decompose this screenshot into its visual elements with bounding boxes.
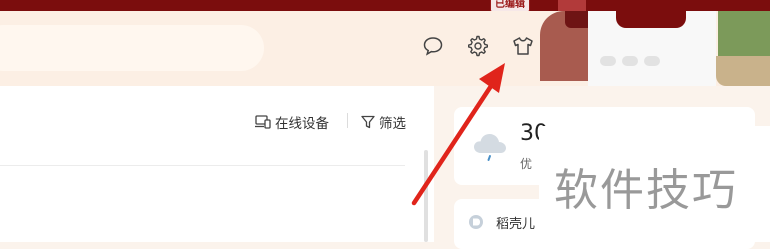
filter-label: 筛选 (379, 116, 406, 132)
gear-icon[interactable] (464, 32, 492, 60)
avatar[interactable] (540, 11, 770, 86)
tshirt-icon[interactable] (509, 32, 537, 60)
main-panel: 在线设备 筛选 (0, 86, 434, 242)
online-devices-label: 在线设备 (275, 116, 329, 132)
avatar-indicator-dots (600, 56, 660, 66)
toolbar-separator (347, 113, 348, 128)
avatar-photo-right (718, 11, 770, 56)
chat-bubble-icon[interactable] (419, 32, 447, 60)
title-bar-accent (558, 0, 586, 11)
search-box[interactable] (0, 25, 264, 71)
online-devices-button[interactable]: 在线设备 (254, 112, 329, 132)
docer-icon (469, 215, 483, 229)
scrollbar[interactable] (424, 150, 428, 242)
docer-label: 稻壳儿 (496, 217, 536, 232)
header-bar (0, 11, 770, 86)
content-divider (0, 165, 405, 166)
watermark: 软件技巧 (539, 126, 770, 242)
avatar-photo-shade-2 (616, 11, 686, 28)
air-quality: 优 (520, 157, 533, 171)
avatar-photo-bottom (716, 56, 770, 86)
devices-icon (255, 115, 271, 129)
title-bar: 已编辑 (0, 0, 770, 12)
filter-icon (361, 115, 375, 129)
watermark-text: 软件技巧 (554, 165, 738, 216)
filter-button[interactable]: 筛选 (360, 112, 406, 132)
cloud-rain-icon (474, 134, 506, 161)
